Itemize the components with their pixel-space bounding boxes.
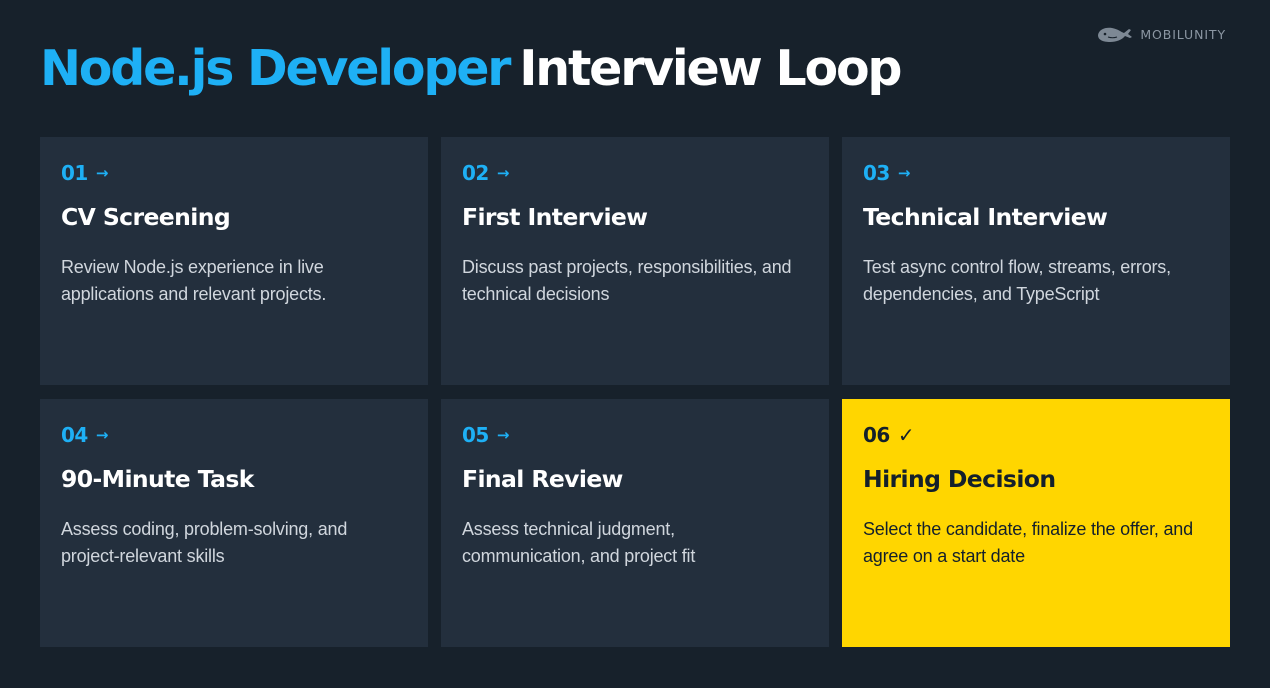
step-number: 04 → [61,423,108,447]
step-number: 03 → [863,161,910,185]
step-description: Review Node.js experience in live applic… [61,257,327,304]
arrow-right-icon: → [95,164,109,182]
step-title: Technical Interview [863,203,1108,231]
step-number-text: 03 [863,161,890,185]
step-number-text: 02 [462,161,489,185]
step-description: Assess technical judgment, communication… [462,519,696,566]
page-title: Node.js Developer Interview Loop [40,34,902,104]
step-description: Discuss past projects, responsibilities,… [462,257,792,304]
step-title: Final Review [462,465,623,493]
step-description: Assess coding, problem-solving, and proj… [61,519,348,566]
step-card-90-minute-task: 04 → 90-Minute Task Assess coding, probl… [40,399,428,647]
step-card-hiring-decision: 06 ✓ Hiring Decision Select the candidat… [842,399,1230,647]
step-card-technical-interview: 03 → Technical Interview Test async cont… [842,137,1230,385]
step-card-cv-screening: 01 → CV Screening Review Node.js experie… [40,137,428,385]
step-card-final-review: 05 → Final Review Assess technical judgm… [441,399,829,647]
step-title: First Interview [462,203,648,231]
brand-name: MOBILUNITY [1140,26,1226,42]
step-number-text: 05 [462,423,489,447]
brand-logo: MOBILUNITY [1096,24,1226,44]
arrow-right-icon: → [95,426,109,444]
step-number: 02 → [462,161,509,185]
step-title: Hiring Decision [863,465,1056,493]
step-number-text: 01 [61,161,88,185]
title-rest: Interview Loop [519,40,902,97]
checkmark-icon: ✓ [897,423,915,447]
step-number-text: 06 [863,423,890,447]
arrow-right-icon: → [496,426,510,444]
step-description: Test async control flow, streams, errors… [863,257,1171,304]
step-number: 06 ✓ [863,423,915,447]
steps-grid: 01 → CV Screening Review Node.js experie… [40,137,1230,647]
step-card-first-interview: 02 → First Interview Discuss past projec… [441,137,829,385]
step-number: 01 → [61,161,108,185]
arrow-right-icon: → [897,164,911,182]
step-title: CV Screening [61,203,231,231]
step-number: 05 → [462,423,509,447]
step-number-text: 04 [61,423,88,447]
whale-icon [1098,27,1133,42]
step-title: 90-Minute Task [61,465,254,493]
title-accent: Node.js Developer [40,40,511,97]
step-description: Select the candidate, finalize the offer… [863,519,1193,566]
arrow-right-icon: → [496,164,510,182]
